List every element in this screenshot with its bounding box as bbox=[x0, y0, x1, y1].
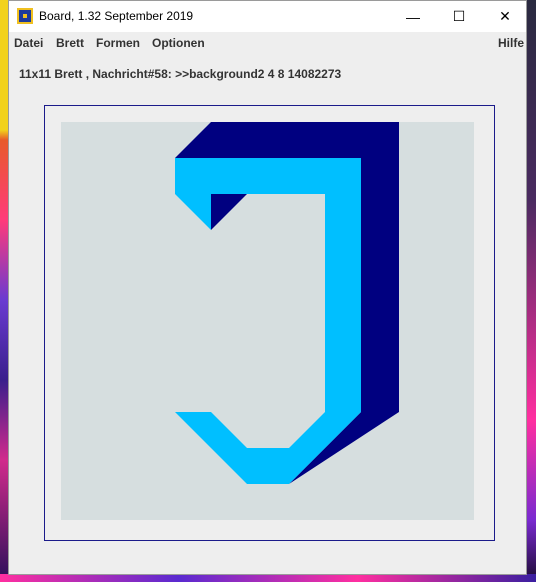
menu-bar: Datei Brett Formen Optionen Hilfe bbox=[9, 32, 526, 54]
menu-formen[interactable]: Formen bbox=[96, 36, 140, 50]
desktop-wallpaper-right bbox=[526, 0, 536, 582]
app-icon bbox=[17, 8, 33, 24]
minimize-button[interactable]: — bbox=[390, 1, 436, 32]
close-button[interactable]: ✕ bbox=[482, 1, 528, 32]
menu-hilfe[interactable]: Hilfe bbox=[498, 36, 524, 50]
menu-brett[interactable]: Brett bbox=[56, 36, 84, 50]
game-board[interactable] bbox=[61, 122, 474, 520]
window-title: Board, 1.32 September 2019 bbox=[39, 9, 194, 23]
maximize-button[interactable]: ☐ bbox=[436, 1, 482, 32]
title-bar[interactable]: Board, 1.32 September 2019 — ☐ ✕ bbox=[9, 1, 526, 32]
app-window: Board, 1.32 September 2019 — ☐ ✕ Datei B… bbox=[8, 0, 527, 575]
menu-optionen[interactable]: Optionen bbox=[152, 36, 205, 50]
status-message: 11x11 Brett , Nachricht#58: >>background… bbox=[19, 67, 342, 81]
menu-datei[interactable]: Datei bbox=[14, 36, 43, 50]
desktop-wallpaper-bottom bbox=[0, 574, 536, 582]
